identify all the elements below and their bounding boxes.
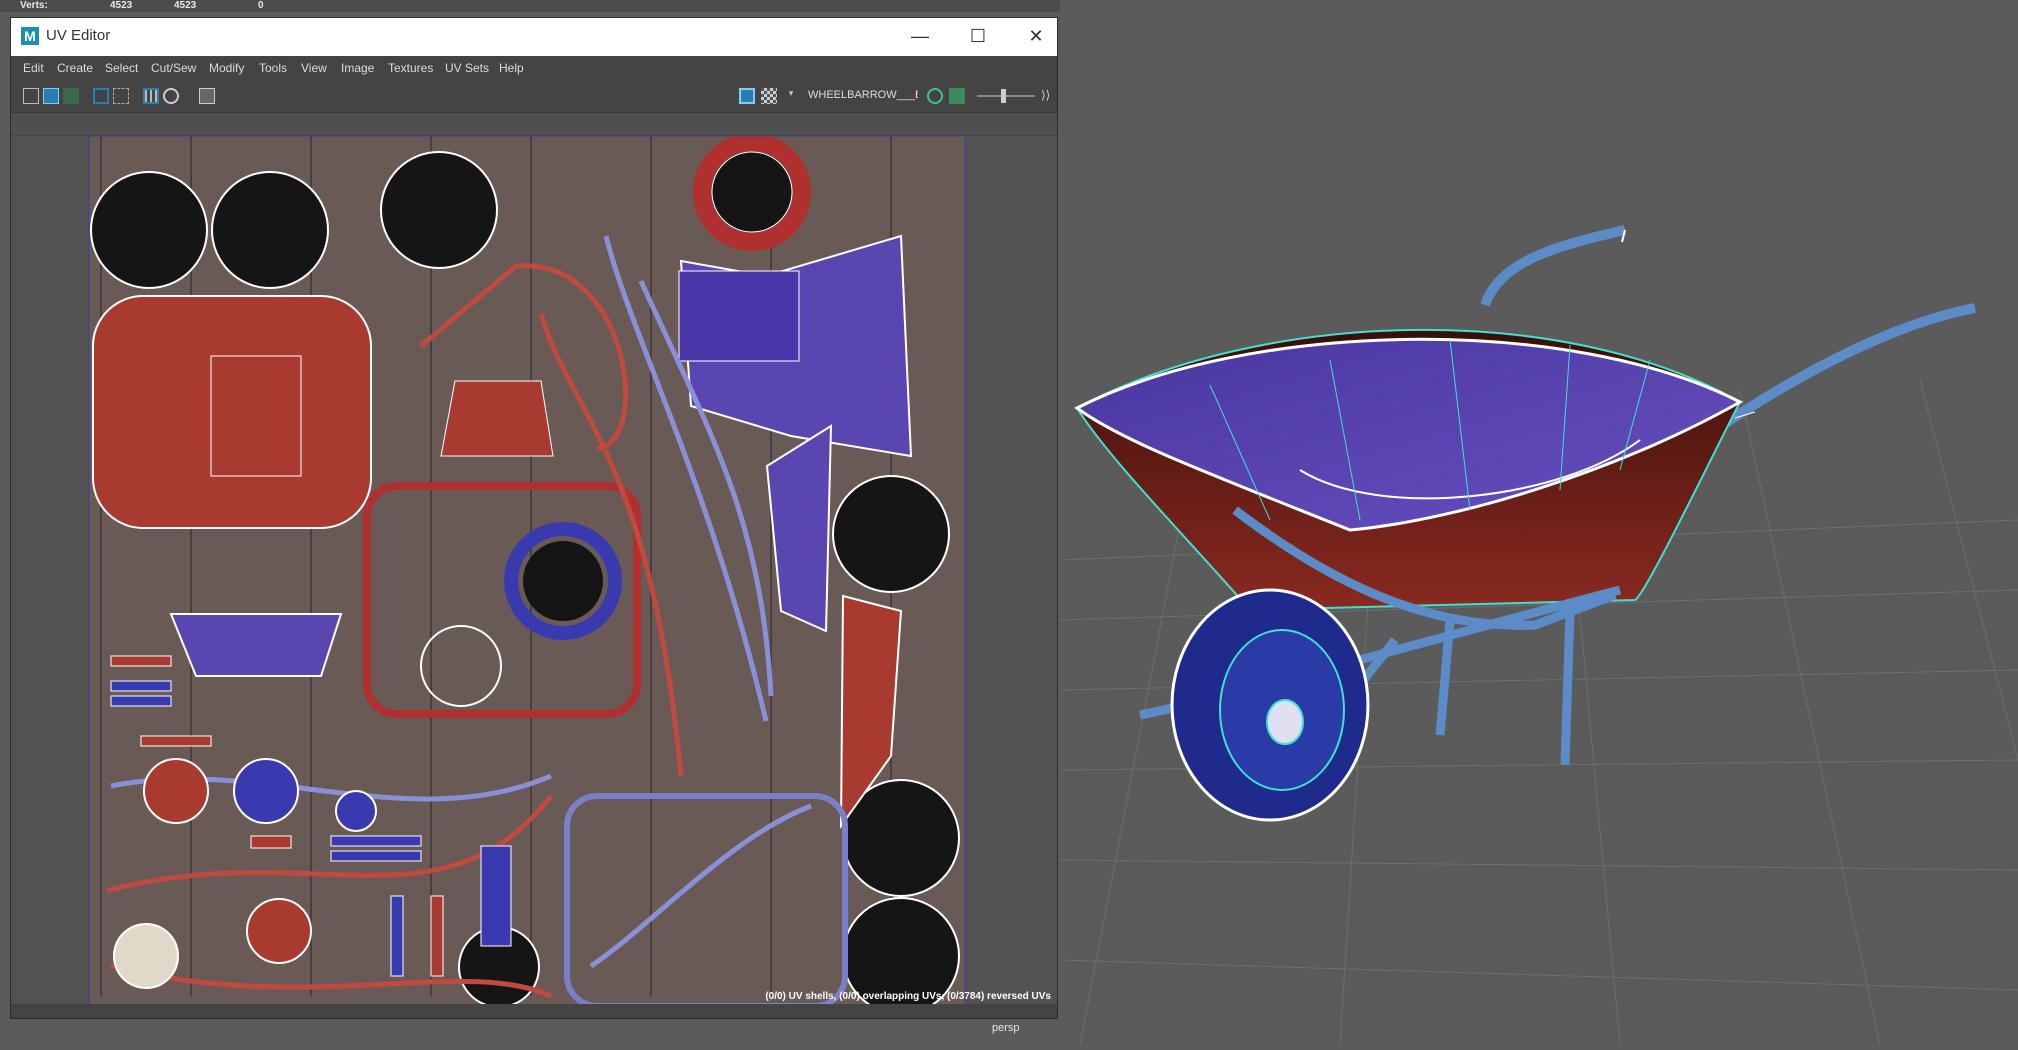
menu-image[interactable]: Image: [341, 61, 374, 75]
menu-help[interactable]: Help: [499, 61, 524, 75]
menu-view[interactable]: View: [301, 61, 327, 75]
menu-modify[interactable]: Modify: [209, 61, 244, 75]
menu-tools[interactable]: Tools: [259, 61, 287, 75]
menu-select[interactable]: Select: [105, 61, 138, 75]
uv-status-text: (0/0) UV shells, (0/0) overlapping UVs, …: [765, 991, 1051, 1002]
texture-name[interactable]: WHEELBARROW___Ba:: [808, 89, 918, 101]
minimize-icon[interactable]: —: [897, 20, 943, 52]
maximize-icon[interactable]: ☐: [955, 20, 1001, 52]
snap-icon[interactable]: [163, 88, 179, 104]
menu-cut-sew[interactable]: Cut/Sew: [151, 61, 196, 75]
maya-logo-icon: M: [21, 27, 39, 45]
wheelbarrow-model: [1074, 225, 1976, 822]
close-icon[interactable]: ✕: [1013, 20, 1059, 52]
uv-canvas[interactable]: (0/0) UV shells, (0/0) overlapping UVs, …: [11, 136, 1057, 1004]
toolbar: ▾ WHEELBARROW___Ba: ⟩⟩: [11, 80, 1057, 113]
uv-editor-window: M UV Editor — ☐ ✕ Edit Create Select Cut…: [10, 17, 1058, 1019]
menu-uv-sets[interactable]: UV Sets: [445, 61, 489, 75]
grid-view-icon[interactable]: [43, 88, 59, 104]
menu-create[interactable]: Create: [57, 61, 93, 75]
menu-bar: Edit Create Select Cut/Sew Modify Tools …: [11, 56, 1057, 80]
verts-label: Verts:: [20, 0, 48, 11]
menu-textures[interactable]: Textures: [388, 61, 433, 75]
snapshot-icon[interactable]: [199, 88, 215, 104]
verts-count-selected: 4523: [174, 0, 197, 11]
window-title: UV Editor: [46, 27, 111, 44]
checker-icon[interactable]: [63, 88, 79, 104]
uv-ruler: [11, 113, 1057, 135]
title-bar[interactable]: M UV Editor — ☐ ✕: [11, 18, 1057, 56]
chevron-down-icon[interactable]: ▾: [783, 88, 799, 104]
verts-count-other: 0: [258, 0, 264, 11]
image-icon[interactable]: [949, 88, 965, 104]
filter-icon[interactable]: [927, 88, 943, 104]
exposure-slider[interactable]: [977, 89, 1035, 103]
grid-toggle-icon[interactable]: [143, 88, 159, 104]
heads-up-display: Verts: 4523 4523 0: [0, 0, 1060, 12]
menu-edit[interactable]: Edit: [23, 61, 44, 75]
display-image-icon[interactable]: [739, 88, 755, 104]
verts-count-total: 4523: [110, 0, 133, 11]
camera-label: persp: [992, 1022, 1020, 1034]
expand-icon[interactable]: ⟩⟩: [1041, 88, 1057, 104]
slider-thumb[interactable]: [1000, 89, 1006, 103]
frame-icon[interactable]: [93, 88, 109, 104]
uv-layout: [88, 136, 966, 1004]
uv-shell-icon[interactable]: [23, 88, 39, 104]
dim-image-icon[interactable]: [113, 88, 129, 104]
checker-map-icon[interactable]: [761, 88, 777, 104]
